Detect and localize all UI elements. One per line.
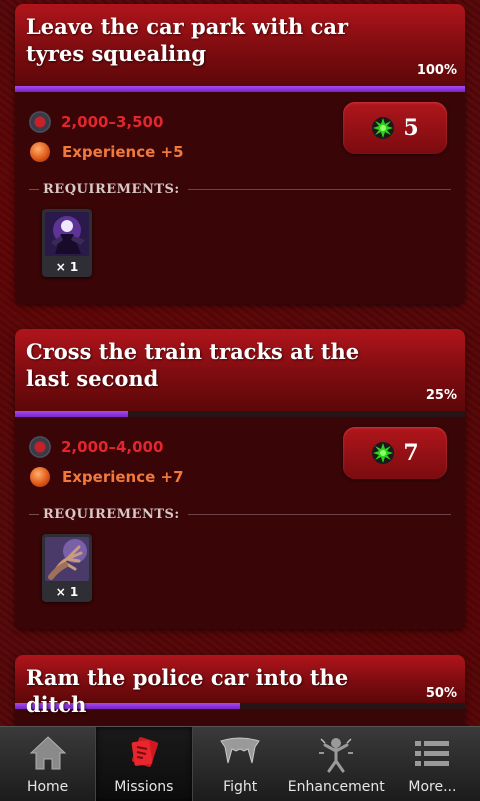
mission-progress-label: 100% <box>416 63 457 78</box>
energy-cost-value: 5 <box>403 115 419 141</box>
experience-orb-icon <box>30 467 50 487</box>
money-reward-value: 2,000–3,500 <box>61 113 164 131</box>
do-mission-button[interactable]: 5 <box>343 102 447 154</box>
nav-label: Fight <box>223 779 258 795</box>
missions-list[interactable]: Leave the car park with car tyres squeal… <box>0 0 480 726</box>
experience-reward-value: Experience +5 <box>62 143 184 161</box>
money-icon <box>29 436 51 458</box>
mission-card[interactable]: Cross the train tracks at the last secon… <box>15 329 465 629</box>
vampire-figure-icon <box>45 212 89 256</box>
nav-enhancement[interactable]: Enhancement <box>288 727 385 801</box>
mission-card[interactable]: Leave the car park with car tyres squeal… <box>15 4 465 304</box>
requirement-item[interactable]: × 1 <box>42 209 92 277</box>
nav-label: Enhancement <box>287 779 385 795</box>
requirements-header: REQUIREMENTS: <box>29 180 451 198</box>
fangs-icon <box>220 737 260 764</box>
experience-reward: Experience +5 <box>29 140 184 164</box>
mission-progress-label: 50% <box>425 686 457 701</box>
do-mission-button[interactable]: 7 <box>343 427 447 479</box>
nav-label: More... <box>408 779 457 795</box>
mission-title: Cross the train tracks at the last secon… <box>26 339 360 391</box>
requirements-label: REQUIREMENTS: <box>43 181 180 197</box>
money-reward: 2,000–4,000 <box>29 435 163 459</box>
requirement-item[interactable]: × 1 <box>42 534 92 602</box>
energy-burst-icon <box>372 442 395 464</box>
requirements-header: REQUIREMENTS: <box>29 505 451 523</box>
requirement-quantity: × 1 <box>55 260 79 274</box>
experience-reward: Experience +7 <box>29 465 184 489</box>
mission-progress-label: 25% <box>425 388 457 403</box>
experience-reward-value: Experience +7 <box>62 468 184 486</box>
mission-header: Ram the police car into the ditch 50% <box>15 655 465 717</box>
mission-header: Cross the train tracks at the last secon… <box>15 329 465 411</box>
energy-cost-value: 7 <box>403 440 419 466</box>
enhancement-figure-icon <box>319 738 354 773</box>
house-icon <box>29 736 66 770</box>
missions-card-icon <box>131 737 158 767</box>
nav-home[interactable]: Home <box>0 727 95 801</box>
money-reward: 2,000–3,500 <box>29 110 163 134</box>
clawed-hand-icon <box>45 537 89 581</box>
nav-label: Home <box>26 779 69 795</box>
nav-missions[interactable]: Missions <box>95 727 193 801</box>
requirement-quantity: × 1 <box>55 585 79 599</box>
nav-label: Missions <box>114 779 174 795</box>
list-icon <box>415 741 450 766</box>
energy-burst-icon <box>372 117 395 139</box>
mission-title: Leave the car park with car tyres squeal… <box>26 14 349 66</box>
nav-more[interactable]: More... <box>385 727 480 801</box>
mission-card[interactable]: Ram the police car into the ditch 50% <box>15 655 465 726</box>
experience-orb-icon <box>30 142 50 162</box>
bottom-nav: Home Missions Fight Enhancement More... <box>0 726 480 801</box>
requirements-label: REQUIREMENTS: <box>43 506 180 522</box>
mission-header: Leave the car park with car tyres squeal… <box>15 4 465 86</box>
nav-fight[interactable]: Fight <box>193 727 288 801</box>
money-icon <box>29 111 51 133</box>
money-reward-value: 2,000–4,000 <box>61 438 164 456</box>
